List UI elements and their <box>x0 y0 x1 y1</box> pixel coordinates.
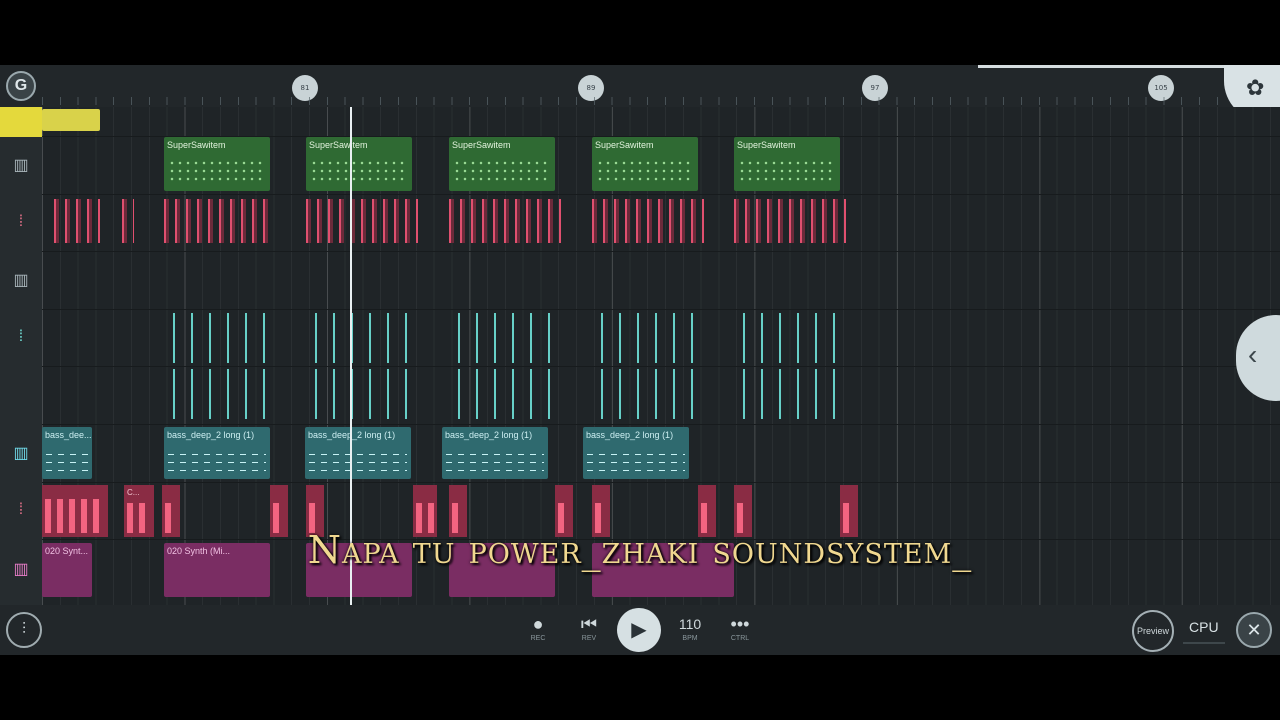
audio-wave-icon[interactable]: ⁞ <box>0 310 42 367</box>
clip-label: bass_deep_2 long (1) <box>445 430 533 440</box>
rewind-button[interactable]: ⏮ REV <box>576 613 602 642</box>
audio-clip[interactable] <box>592 199 704 243</box>
piano-roll-icon[interactable]: ▥ <box>0 137 42 194</box>
clip-label: C... <box>127 488 140 497</box>
row-divider <box>42 366 1280 367</box>
row-divider <box>42 251 1280 252</box>
row-divider <box>42 424 1280 425</box>
record-icon: ● <box>532 614 544 634</box>
clip-label: SuperSawitem <box>737 140 796 150</box>
mixer-icon[interactable]: ⫶ <box>6 612 42 648</box>
audio-clip[interactable] <box>734 199 846 243</box>
record-caption: REC <box>530 635 546 642</box>
pattern-clip[interactable] <box>42 109 100 131</box>
audio-clip[interactable] <box>170 369 270 419</box>
clip-notes <box>46 449 88 471</box>
audio-clip[interactable] <box>122 199 134 243</box>
fl-logo-icon[interactable]: G <box>6 71 36 101</box>
rewind-caption: REV <box>581 635 597 642</box>
video-subtitle: Napa tu power_zhaki soundsystem_ <box>307 528 973 572</box>
cpu-meter-bar <box>1183 642 1225 644</box>
audio-clip[interactable] <box>306 199 418 243</box>
audio-clip[interactable] <box>54 199 100 243</box>
audio-clip[interactable] <box>598 369 698 419</box>
audio-clip[interactable] <box>164 199 274 243</box>
clip-notes <box>309 449 407 471</box>
row-divider <box>42 194 1280 195</box>
tempo-value: 110 <box>678 616 702 632</box>
ruler-ticks <box>42 97 1232 105</box>
audio-clip[interactable] <box>312 369 412 419</box>
track-icon-yellow[interactable] <box>0 107 42 137</box>
preview-button[interactable]: Preview <box>1132 610 1174 652</box>
horizontal-scrollbar[interactable] <box>978 65 1228 68</box>
audio-clip[interactable] <box>455 313 555 363</box>
audio-clip[interactable] <box>455 369 555 419</box>
fruit-icon: ✿ <box>1246 75 1265 100</box>
clip-notes <box>168 449 266 471</box>
ctrl-caption: CTRL <box>730 635 750 642</box>
play-icon: ▶ <box>631 619 647 641</box>
pattern-clip[interactable]: SuperSawitem <box>734 137 840 191</box>
tempo-control[interactable]: 110 BPM <box>674 613 706 642</box>
timeline-ruler[interactable]: G 81 89 97 105 ✿ <box>0 65 1280 121</box>
clip-notes <box>738 159 836 185</box>
pattern-clip[interactable]: bass_deep_2 long (1) <box>442 427 548 479</box>
clip-notes <box>446 449 544 471</box>
pattern-clip[interactable]: SuperSawitem <box>449 137 555 191</box>
audio-clip[interactable] <box>598 313 698 363</box>
audio-clip[interactable] <box>740 369 840 419</box>
skip-back-icon: ⏮ <box>580 614 598 634</box>
clip-notes <box>587 449 685 471</box>
record-button[interactable]: ● REC <box>526 613 550 642</box>
clip-label: bass_deep_2 long (1) <box>167 430 255 440</box>
piano-roll-icon[interactable]: ▥ <box>0 252 42 309</box>
chevron-left-icon: ‹ <box>1248 339 1258 370</box>
pattern-clip[interactable]: bass_deep_2 long (1) <box>583 427 689 479</box>
ctrl-button[interactable]: ••• CTRL <box>724 613 756 642</box>
clip-label: SuperSawitem <box>595 140 654 150</box>
clip-label: SuperSawitem <box>452 140 511 150</box>
close-icon: ✕ <box>1246 620 1262 640</box>
close-button[interactable]: ✕ <box>1236 612 1272 648</box>
clip-label: SuperSawitem <box>309 140 368 150</box>
pattern-clip[interactable]: bass_deep_2 long (1) <box>305 427 411 479</box>
tempo-caption: BPM <box>682 635 698 642</box>
clip-label: SuperSawitem <box>167 140 226 150</box>
more-dots-icon: ••• <box>730 614 750 634</box>
cpu-meter[interactable]: CPU <box>1189 619 1219 635</box>
pattern-clip[interactable]: SuperSawitem <box>306 137 412 191</box>
audio-clip[interactable] <box>170 313 270 363</box>
audio-wave-icon[interactable]: ⁞ <box>0 195 42 252</box>
pattern-clip[interactable]: SuperSawitem <box>164 137 270 191</box>
transport-bar: ⫶ ● REC ⏮ REV ▶ 110 BPM ••• CTRL Preview CPU… <box>0 605 1280 655</box>
clip-notes <box>168 159 266 185</box>
row-divider <box>42 482 1280 483</box>
row-divider <box>42 309 1280 310</box>
clip-notes <box>453 159 551 185</box>
pattern-clip[interactable]: bass_deep_2 long (1) <box>164 427 270 479</box>
audio-clip[interactable] <box>449 199 561 243</box>
audio-clip[interactable] <box>312 313 412 363</box>
clip-notes <box>310 159 408 185</box>
pattern-clip[interactable]: bass_dee... <box>42 427 92 479</box>
clip-notes <box>596 159 694 185</box>
play-button[interactable]: ▶ <box>617 608 661 652</box>
clip-label: bass_deep_2 long (1) <box>586 430 674 440</box>
piano-roll-icon[interactable]: ▥ <box>0 425 42 482</box>
pattern-clip[interactable]: SuperSawitem <box>592 137 698 191</box>
audio-clip[interactable] <box>740 313 840 363</box>
clip-label: bass_dee... <box>45 430 92 440</box>
